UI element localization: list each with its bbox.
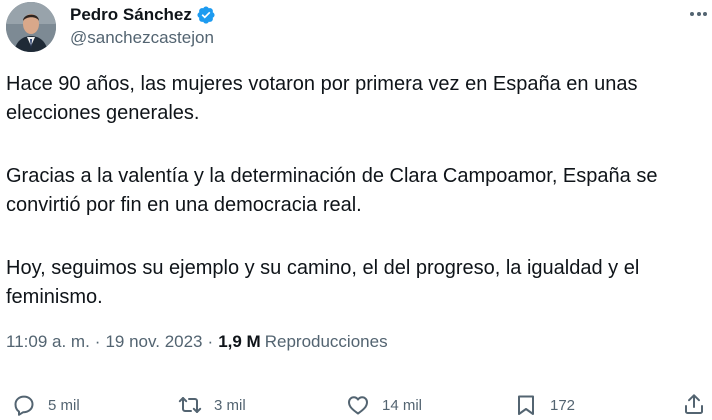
name-row: Pedro Sánchez xyxy=(70,4,216,26)
bookmark-button[interactable]: 172 xyxy=(514,390,575,420)
reply-count: 5 mil xyxy=(48,396,80,414)
tweet-paragraph: Gracias a la valentía y la determinación… xyxy=(6,165,658,216)
tweet-header: Pedro Sánchez @sanchezcastejon xyxy=(0,0,712,60)
share-icon xyxy=(685,394,703,414)
retweet-button[interactable]: 3 mil xyxy=(178,390,246,420)
user-handle[interactable]: @sanchezcastejon xyxy=(70,28,214,48)
tweet-meta: 11:09 a. m. · 19 nov. 2023 · 1,9 M Repro… xyxy=(6,330,388,354)
display-name[interactable]: Pedro Sánchez xyxy=(70,5,192,25)
reply-icon xyxy=(14,395,34,416)
share-button[interactable] xyxy=(682,392,706,416)
separator: · xyxy=(207,332,214,351)
retweet-count: 3 mil xyxy=(214,396,246,414)
separator: · xyxy=(94,332,101,351)
retweet-icon xyxy=(178,397,202,413)
action-bar: 5 mil 3 mil 14 mil 172 xyxy=(0,390,712,420)
like-count: 14 mil xyxy=(382,396,423,414)
reply-button[interactable]: 5 mil xyxy=(12,390,80,420)
heart-icon xyxy=(348,396,368,415)
verified-badge-icon[interactable] xyxy=(196,5,216,25)
bookmark-icon xyxy=(518,395,534,415)
tweet-text: Hace 90 años, las mujeres votaron por pr… xyxy=(6,70,706,312)
dot xyxy=(703,12,707,16)
tweet-paragraph: Hoy, seguimos su ejemplo y su camino, el… xyxy=(6,257,640,308)
like-button[interactable]: 14 mil xyxy=(346,390,422,420)
more-options-icon[interactable] xyxy=(690,4,712,24)
views-label: Reproducciones xyxy=(264,332,388,351)
avatar[interactable] xyxy=(6,2,56,52)
bookmark-count: 172 xyxy=(550,396,576,414)
dot xyxy=(696,12,701,16)
avatar-image xyxy=(6,2,56,52)
tweet-time[interactable]: 11:09 a. m. xyxy=(6,332,90,352)
dot xyxy=(690,12,694,16)
views-count: 1,9 M xyxy=(218,332,261,351)
tweet-paragraph: Hace 90 años, las mujeres votaron por pr… xyxy=(6,73,638,124)
tweet-date[interactable]: 19 nov. 2023 xyxy=(105,332,202,352)
